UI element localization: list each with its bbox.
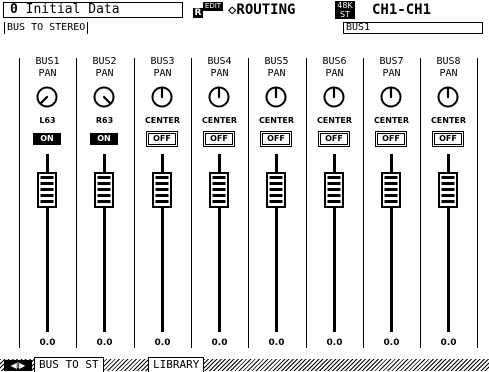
on-off-button[interactable]: OFF [432, 131, 464, 147]
section-label: BUS TO STEREO [4, 22, 89, 34]
pan-label: PAN [210, 68, 229, 79]
fader-knob-icon[interactable] [93, 172, 115, 208]
fader-value: 0.0 [268, 338, 285, 348]
pan-value: R63 [95, 116, 114, 125]
pan-knob-icon[interactable] [36, 86, 58, 108]
fader-knob-icon[interactable] [151, 172, 173, 208]
on-off-button[interactable]: OFF [203, 131, 235, 147]
on-off-button[interactable]: ON [33, 133, 61, 145]
tab-bar: ◀I▶ BUS TO ST LIBRARY [0, 356, 489, 372]
pan-knob-icon[interactable] [208, 86, 230, 108]
fader-knob-icon[interactable] [323, 172, 345, 208]
bus-name: BUS1 [35, 56, 60, 67]
pan-label: PAN [95, 68, 114, 79]
pan-label: PAN [439, 68, 458, 79]
bus-strip: BUS6 PAN CENTER OFF 0.0 [307, 34, 362, 352]
pan-knob-icon[interactable] [93, 86, 115, 108]
fader-knob-icon[interactable] [208, 172, 230, 208]
bus-name: BUS5 [264, 56, 289, 67]
tab-nav-arrows[interactable]: ◀I▶ [4, 360, 32, 371]
bus-strip: BUS1 PAN L63 ON 0.0 [20, 34, 75, 352]
pan-value: CENTER [373, 116, 410, 125]
fader-value: 0.0 [383, 338, 400, 348]
pan-value: CENTER [201, 116, 238, 125]
scene-display: 0 Initial Data [3, 2, 183, 18]
fader-knob-icon[interactable] [36, 172, 58, 208]
fader-value: 0.0 [440, 338, 457, 348]
selected-bus-display: BUS1 [343, 22, 483, 34]
pan-knob-icon[interactable] [380, 86, 402, 108]
bus-name: BUS6 [322, 56, 347, 67]
bus-name: BUS3 [150, 56, 175, 67]
bus-name: BUS7 [379, 56, 404, 67]
bus-name: BUS8 [436, 56, 461, 67]
on-off-button[interactable]: OFF [318, 131, 350, 147]
pan-label: PAN [267, 68, 286, 79]
on-off-button[interactable]: OFF [375, 131, 407, 147]
pan-value: CENTER [144, 116, 181, 125]
sample-rate-badge: 48K ST [335, 1, 355, 19]
fader-knob-icon[interactable] [265, 172, 287, 208]
on-off-button[interactable]: ON [90, 133, 118, 145]
pan-label: PAN [325, 68, 344, 79]
title-bar: 0 Initial Data R EDIT ◇ROUTING 48K ST CH… [0, 0, 489, 20]
bus-name: BUS4 [207, 56, 232, 67]
bus-strip-area: BUS1 PAN L63 ON 0.0 BUS2 PAN R63 ON 0.0 BUS3 PAN CEN… [19, 34, 488, 352]
fader-knob-icon[interactable] [380, 172, 402, 208]
tab-bus-to-st[interactable]: BUS TO ST [34, 357, 104, 372]
fader-knob-icon[interactable] [437, 172, 459, 208]
bus-strip: BUS7 PAN CENTER OFF 0.0 [364, 34, 419, 352]
tab-library[interactable]: LIBRARY [148, 357, 205, 372]
bus-strip: BUS8 PAN CENTER OFF 0.0 [421, 34, 476, 352]
sample-rate-bottom: ST [340, 10, 350, 19]
bus-strip: BUS2 PAN R63 ON 0.0 [77, 34, 132, 352]
pan-label: PAN [38, 68, 57, 79]
pan-knob-icon[interactable] [151, 86, 173, 108]
bus-strip: BUS3 PAN CENTER OFF 0.0 [135, 34, 190, 352]
pan-value: CENTER [430, 116, 467, 125]
channel-range: CH1-CH1 [372, 2, 432, 18]
pan-value: CENTER [258, 116, 295, 125]
pan-knob-icon[interactable] [265, 86, 287, 108]
strip-divider [477, 58, 478, 348]
on-off-button[interactable]: OFF [260, 131, 292, 147]
edit-badge: EDIT [203, 2, 223, 11]
pan-label: PAN [382, 68, 401, 79]
bus-strip: BUS4 PAN CENTER OFF 0.0 [192, 34, 247, 352]
scene-number: 0 [10, 2, 18, 17]
fader-value: 0.0 [326, 338, 343, 348]
sample-rate-top: 48K [337, 1, 353, 10]
fader-value: 0.0 [154, 338, 171, 348]
on-off-button[interactable]: OFF [146, 131, 178, 147]
bus-name: BUS2 [92, 56, 117, 67]
pan-label: PAN [153, 68, 172, 79]
scene-name: Initial Data [25, 2, 120, 17]
pan-value: CENTER [316, 116, 353, 125]
r-badge: R [193, 8, 203, 18]
pan-knob-icon[interactable] [323, 86, 345, 108]
pan-knob-icon[interactable] [437, 86, 459, 108]
fader-value: 0.0 [211, 338, 228, 348]
bus-strip: BUS5 PAN CENTER OFF 0.0 [249, 34, 304, 352]
screen-title: ◇ROUTING [228, 2, 296, 18]
fader-value: 0.0 [39, 338, 56, 348]
fader-value: 0.0 [96, 338, 113, 348]
pan-value: L63 [39, 116, 56, 125]
